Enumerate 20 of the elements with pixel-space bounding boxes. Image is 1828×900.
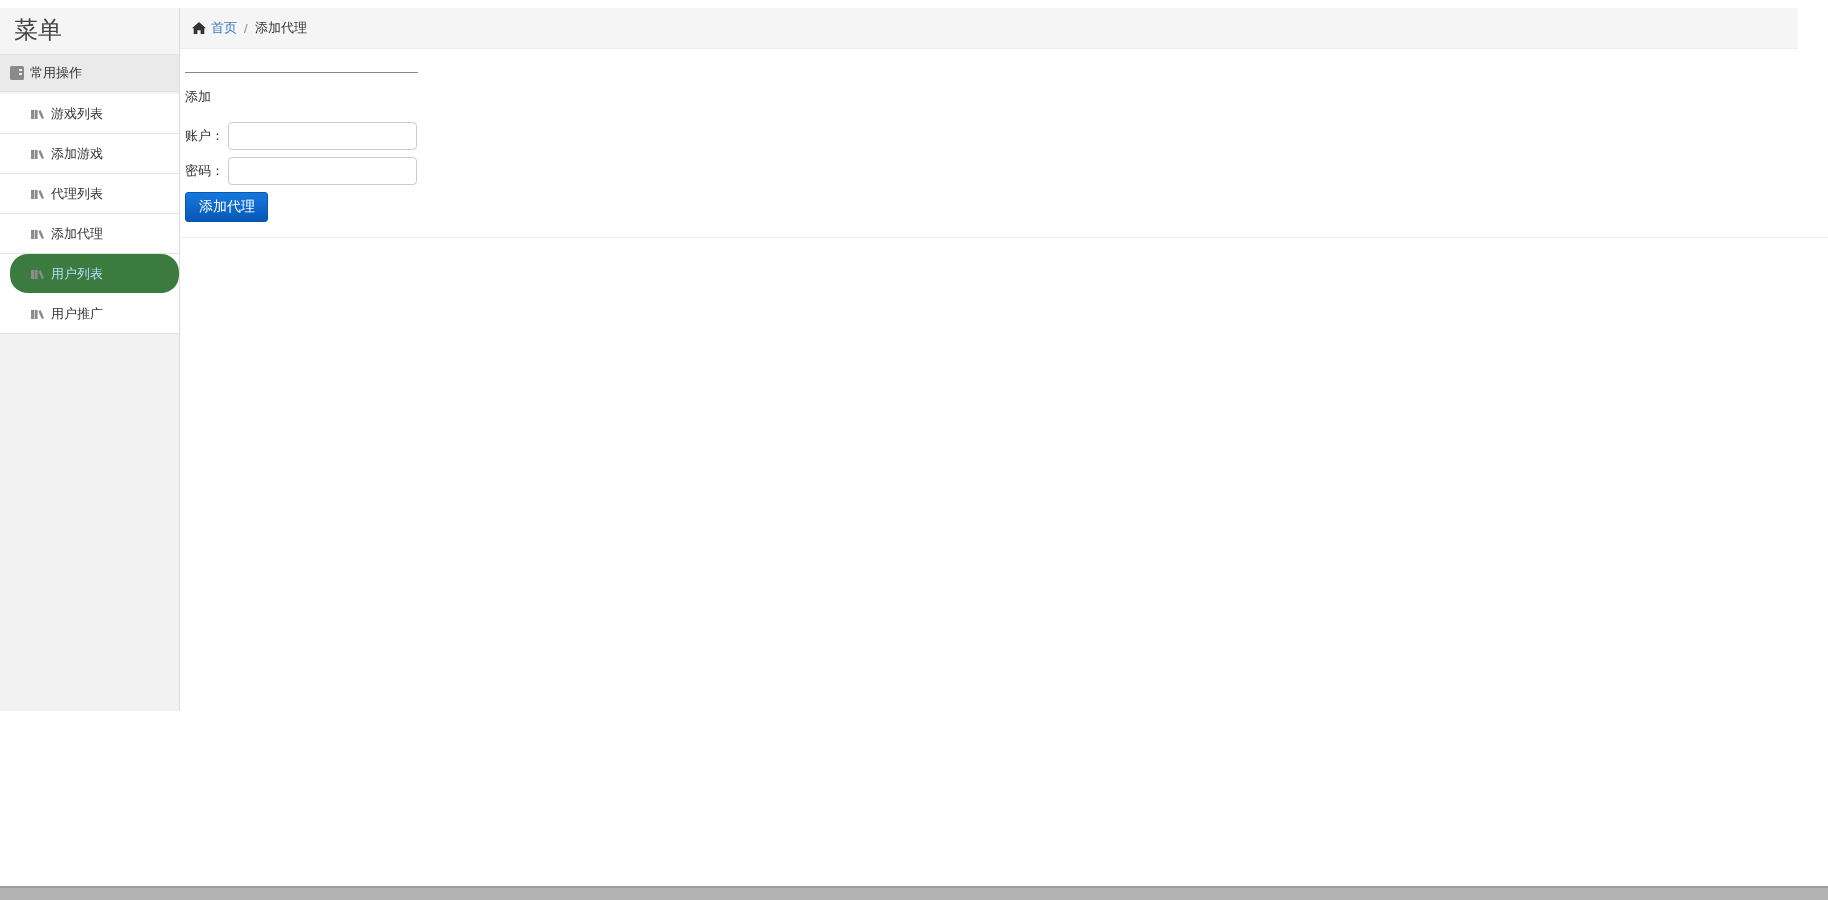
breadcrumb-separator: / xyxy=(244,20,248,36)
books-icon xyxy=(31,148,44,159)
home-link[interactable]: 首页 xyxy=(192,19,237,37)
books-icon xyxy=(31,188,44,199)
input-field[interactable] xyxy=(228,122,417,150)
field-label: 账户： xyxy=(185,127,225,145)
sidebar-item[interactable]: 用户列表 xyxy=(10,254,179,294)
books-icon xyxy=(31,268,44,279)
section-header[interactable]: 常用操作 xyxy=(0,54,179,92)
books-icon xyxy=(31,308,44,319)
add-agent-button[interactable]: 添加代理 xyxy=(185,192,268,222)
breadcrumb-current: 添加代理 xyxy=(254,19,307,37)
section-label: 常用操作 xyxy=(30,64,82,82)
home-icon xyxy=(192,22,206,34)
books-icon xyxy=(31,108,44,119)
input-field[interactable] xyxy=(228,157,417,185)
books-icon xyxy=(31,228,44,239)
list-icon xyxy=(10,66,24,80)
form-heading: 添加 xyxy=(185,88,211,106)
field-label: 密码： xyxy=(185,162,225,180)
